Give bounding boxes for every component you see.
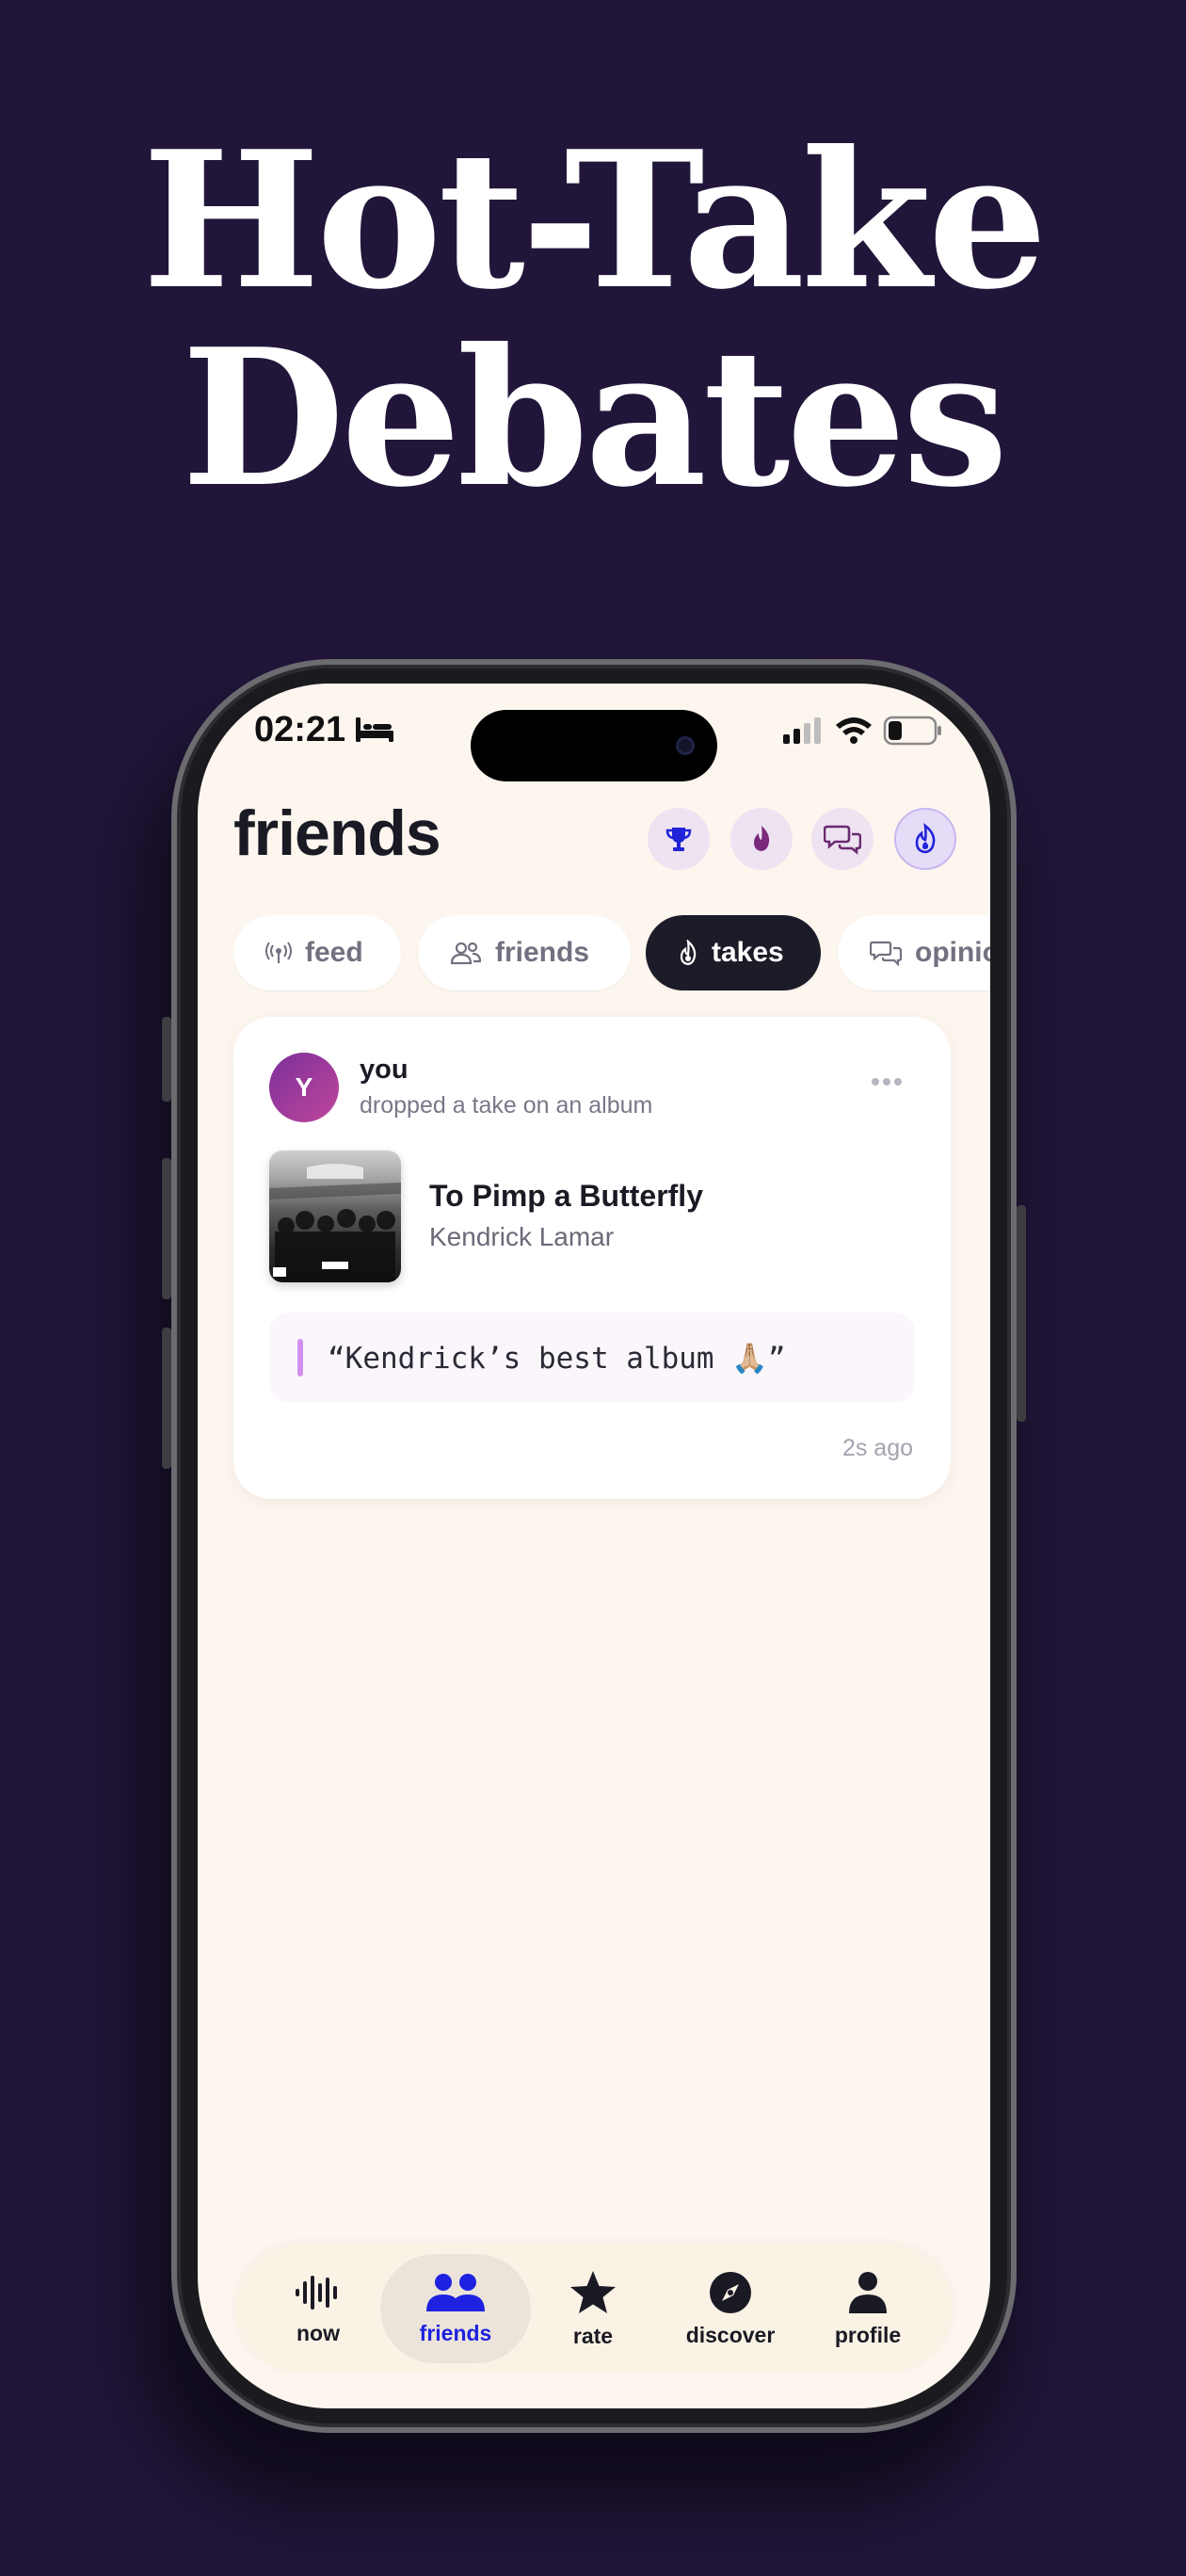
tab-feed-label: feed [305, 937, 363, 968]
bottom-nav: now friends rate discover profile [235, 2245, 953, 2373]
spicy-takes-button[interactable] [894, 808, 956, 870]
tab-opinions-label: opinions [915, 937, 990, 968]
camera-icon [676, 736, 695, 755]
chat-bubbles-icon [824, 825, 861, 855]
dynamic-island [471, 710, 717, 781]
volume-down-button [162, 1328, 171, 1469]
nav-rate-label: rate [572, 2323, 614, 2348]
volume-up-button [162, 1158, 171, 1299]
compass-icon [710, 2271, 751, 2313]
nav-discover-label: discover [685, 2322, 776, 2347]
post-action: dropped a take on an album [360, 1092, 653, 1119]
trophy-icon [665, 828, 692, 851]
flame-icon [680, 940, 697, 966]
flame-outline-icon [915, 823, 936, 854]
debates-button[interactable] [811, 808, 873, 870]
bed-icon [356, 717, 393, 742]
status-time: 02:21 [254, 710, 346, 749]
people-icon [426, 2273, 485, 2311]
headline-line-2: Debates [181, 308, 1008, 529]
nav-friends[interactable]: friends [380, 2254, 531, 2363]
leaderboard-button[interactable] [648, 808, 710, 870]
album-cover[interactable] [269, 1151, 401, 1282]
album-cover-art [269, 1164, 401, 1282]
quote-accent-bar [297, 1339, 303, 1377]
silent-switch [162, 1017, 171, 1102]
tab-friends[interactable]: friends [418, 915, 631, 990]
wifi-icon [836, 717, 872, 744]
tab-feed[interactable]: feed [233, 915, 401, 990]
status-icons [783, 716, 941, 746]
page-title: friends [233, 797, 441, 869]
signal-icon [783, 717, 821, 744]
take-quote: “Kendrick’s best album 🙏🏼” [269, 1312, 915, 1403]
waveform-icon [296, 2275, 337, 2310]
post-timestamp: 2s ago [841, 1435, 913, 1461]
nav-discover[interactable]: discover [655, 2254, 806, 2363]
tab-friends-label: friends [495, 937, 590, 968]
battery-icon [883, 716, 941, 746]
star-icon [570, 2270, 616, 2313]
tab-takes[interactable]: takes [646, 915, 821, 990]
nav-now-label: now [296, 2320, 340, 2345]
flame-icon [754, 826, 770, 851]
app-screen: 02:21 friends feed friends takes opini Y… [198, 684, 990, 2408]
nav-profile-label: profile [834, 2322, 902, 2347]
tab-opinions[interactable]: opinions [838, 915, 990, 990]
nav-friends-label: friends [419, 2320, 492, 2345]
nav-profile[interactable]: profile [793, 2254, 943, 2363]
broadcast-icon [265, 942, 292, 963]
headline-line-1: Hot-Take [142, 110, 1048, 331]
post-username[interactable]: you [360, 1055, 409, 1086]
avatar[interactable]: Y [269, 1053, 339, 1122]
nav-rate[interactable]: rate [518, 2254, 668, 2363]
album-title[interactable]: To Pimp a Butterfly [429, 1179, 703, 1214]
filter-tabs: feed friends takes opinions [233, 915, 990, 992]
person-icon [849, 2271, 887, 2313]
hot-takes-button[interactable] [730, 808, 793, 870]
album-artist[interactable]: Kendrick Lamar [429, 1222, 614, 1252]
more-options-icon[interactable] [872, 1073, 909, 1086]
power-button [1017, 1205, 1026, 1422]
nav-now[interactable]: now [243, 2254, 393, 2363]
headline: Hot-Take Debates [0, 122, 1186, 518]
tab-takes-label: takes [712, 937, 784, 968]
people-icon [450, 942, 482, 965]
chat-bubbles-icon [870, 941, 902, 966]
take-card[interactable]: Y you dropped a take on an album To Pimp… [233, 1017, 951, 1499]
take-quote-text: “Kendrick’s best album 🙏🏼” [328, 1342, 786, 1376]
